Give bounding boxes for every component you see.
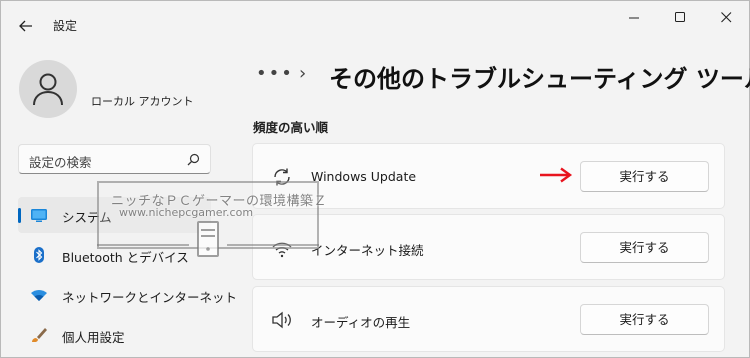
selection-indicator — [18, 208, 21, 223]
user-icon — [33, 73, 63, 106]
sidebar-item-personalization[interactable]: 個人用設定 — [18, 317, 211, 353]
troubleshooter-label: Windows Update — [311, 169, 417, 184]
sidebar-item-label: 個人用設定 — [62, 330, 125, 345]
app-title: 設定 — [53, 19, 78, 33]
arrow-left-icon — [19, 20, 32, 32]
watermark-url: www.nichepcgamer.com — [119, 206, 254, 219]
troubleshooter-label: オーディオの再生 — [311, 315, 411, 330]
search-input[interactable]: 設定の検索 — [29, 152, 92, 171]
maximize-button[interactable] — [667, 11, 693, 29]
watermark-lines — [97, 244, 319, 246]
run-button[interactable]: 実行する — [580, 161, 709, 192]
avatar[interactable] — [19, 60, 77, 118]
sidebar-item-network[interactable]: ネットワークとインターネット — [18, 277, 237, 313]
troubleshooter-card-internet: インターネット接続 実行する — [252, 214, 725, 280]
wifi-icon — [31, 290, 47, 301]
maximize-icon — [674, 12, 685, 22]
breadcrumb-more-button[interactable]: ••• — [256, 63, 294, 84]
settings-window: 設定 ローカル アカウント 設定の検索 システム Bluetooth とデバイス… — [0, 0, 750, 358]
page-title: その他のトラブルシューティング ツール — [329, 65, 750, 93]
minimize-button[interactable] — [621, 11, 647, 29]
speaker-icon — [272, 311, 291, 329]
close-button[interactable] — [713, 11, 739, 29]
back-button[interactable] — [15, 15, 37, 37]
close-icon — [720, 12, 731, 23]
troubleshooter-label: インターネット接続 — [311, 243, 424, 258]
brush-icon — [32, 328, 47, 342]
sidebar-item-label: ネットワークとインターネット — [62, 290, 238, 305]
account-name: ローカル アカウント — [91, 95, 194, 108]
search-icon[interactable] — [187, 153, 200, 166]
watermark: ニッチなＰＣゲーマーの環境構築Ｚ www.nichepcgamer.com — [97, 181, 327, 257]
run-button[interactable]: 実行する — [580, 232, 709, 263]
title-bar: 設定 — [1, 1, 749, 47]
breadcrumb-separator: › — [299, 63, 307, 84]
section-heading: 頻度の高い順 — [253, 120, 329, 135]
display-icon — [31, 209, 47, 222]
search-box[interactable]: 設定の検索 — [18, 144, 211, 174]
bluetooth-icon — [34, 247, 44, 263]
troubleshooter-card-audio: オーディオの再生 実行する — [252, 286, 725, 352]
minimize-icon — [628, 17, 639, 19]
arrow-right-icon — [540, 167, 573, 183]
run-button[interactable]: 実行する — [580, 304, 709, 335]
